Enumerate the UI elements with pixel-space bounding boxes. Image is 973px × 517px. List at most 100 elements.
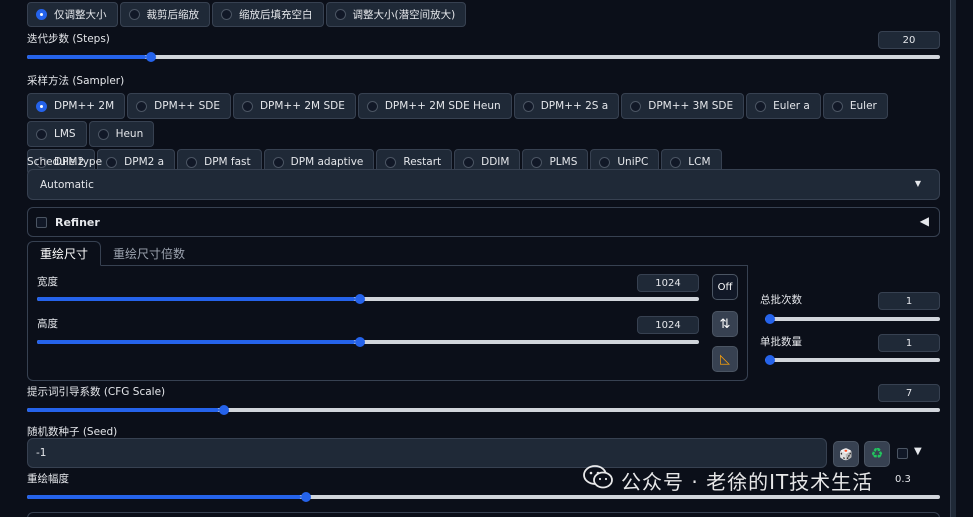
width-number-input[interactable]: 1024	[637, 274, 699, 292]
resize-mode-label: 裁剪后缩放	[146, 9, 200, 21]
slider-fill	[37, 297, 355, 301]
sampler-option-label: PLMS	[549, 156, 578, 168]
extra-seed-checkbox[interactable]	[897, 448, 908, 459]
slider-fill	[27, 55, 146, 59]
radio-icon	[531, 156, 543, 168]
chevron-down-icon: ▼	[914, 179, 921, 188]
radio-icon	[136, 100, 148, 112]
cfg-scale-label: 提示词引导系数 (CFG Scale)	[27, 386, 166, 398]
resize-mode-option-0[interactable]: 仅调整大小	[27, 2, 118, 27]
sampler-option-label: DPM++ 2M SDE Heun	[384, 100, 501, 112]
sampler-option[interactable]: DPM++ 2M SDE	[232, 93, 356, 119]
sampler-option[interactable]: DPM++ 2M SDE Heun	[357, 93, 512, 119]
radio-icon	[221, 9, 232, 20]
reuse-seed-button[interactable]: ♻	[864, 441, 890, 467]
batch-size-number-input[interactable]: 1	[878, 334, 940, 352]
slider-thumb[interactable]	[354, 294, 365, 304]
refiner-label: Refiner	[55, 215, 100, 229]
slider-thumb[interactable]	[765, 314, 775, 324]
wechat-icon	[583, 465, 613, 495]
expand-arrow-icon[interactable]: ▼	[914, 446, 922, 457]
sampler-option-label: DPM++ 2S a	[540, 100, 609, 112]
steps-slider[interactable]	[27, 52, 940, 62]
cfg-scale-number-input[interactable]: 7	[878, 384, 940, 402]
steps-number-input[interactable]: 20	[878, 31, 940, 49]
sampler-group: DPM++ 2M DPM++ SDE DPM++ 2M SDE DPM++ 2M SD…	[27, 93, 940, 177]
resize-mode-option-2[interactable]: 缩放后填充空白	[212, 2, 324, 27]
slider-thumb[interactable]	[145, 52, 156, 62]
resize-mode-label: 缩放后填充空白	[239, 9, 313, 21]
sampler-label: 采样方法 (Sampler)	[27, 75, 125, 87]
sampler-option-label: Euler	[849, 100, 877, 112]
sampler-option[interactable]: DPM++ SDE	[127, 93, 231, 119]
radio-icon	[106, 156, 118, 168]
sampler-option-label: Euler a	[773, 100, 810, 112]
sampler-option-label: DPM fast	[204, 156, 251, 168]
sampler-option[interactable]: DPM++ 3M SDE	[621, 93, 745, 119]
slider-thumb[interactable]	[300, 492, 311, 502]
sampler-option[interactable]: Euler	[822, 93, 888, 119]
sampler-option[interactable]: Heun	[88, 121, 155, 147]
height-number-input[interactable]: 1024	[637, 316, 699, 334]
seed-label: 随机数种子 (Seed)	[27, 426, 118, 438]
radio-icon	[36, 128, 47, 140]
denoise-strength-slider[interactable]	[27, 492, 940, 502]
resize-mode-option-3[interactable]: 调整大小(潜空间放大)	[325, 2, 467, 27]
sampler-option-label: DPM adaptive	[290, 156, 364, 168]
ruler-triangle-icon: ◺	[720, 351, 730, 367]
batch-size-slider[interactable]	[765, 355, 940, 365]
width-slider[interactable]	[37, 294, 699, 304]
radio-selected-icon	[36, 9, 47, 20]
cfg-scale-slider[interactable]	[27, 405, 940, 415]
sampler-option[interactable]: Euler a	[746, 93, 821, 119]
sampler-option-label: DPM++ 3M SDE	[648, 100, 734, 112]
batch-count-label: 总批次数	[760, 294, 802, 306]
radio-icon	[366, 100, 378, 112]
slider-thumb[interactable]	[218, 405, 229, 415]
collapse-arrow-icon[interactable]: ◀	[920, 214, 929, 228]
resize-mode-group: 仅调整大小 裁剪后缩放 缩放后填充空白 调整大小(潜空间放大)	[27, 2, 507, 29]
radio-icon	[755, 100, 767, 112]
radio-icon	[599, 156, 611, 168]
batch-count-slider[interactable]	[765, 314, 940, 324]
sampler-option[interactable]: DPM++ 2M	[27, 93, 126, 119]
resize-mode-label: 仅调整大小	[54, 9, 107, 21]
refiner-checkbox[interactable]	[36, 216, 47, 228]
seed-input[interactable]: -1	[27, 438, 827, 468]
resize-mode-option-1[interactable]: 裁剪后缩放	[119, 2, 210, 27]
sampler-option[interactable]: LMS	[27, 121, 87, 147]
slider-fill	[37, 340, 355, 344]
tab-size[interactable]: 重绘尺寸	[27, 241, 102, 266]
schedule-type-value: Automatic	[40, 178, 94, 191]
batch-count-number-input[interactable]: 1	[878, 292, 940, 310]
off-button[interactable]: Off	[712, 274, 738, 300]
scrollbar[interactable]	[950, 0, 956, 517]
slider-thumb[interactable]	[765, 355, 775, 365]
random-seed-button[interactable]: 🎲	[833, 441, 859, 467]
radio-icon	[128, 9, 140, 20]
sampler-option[interactable]: DPM++ 2S a	[513, 93, 620, 119]
resize-mode-label: 调整大小(潜空间放大)	[352, 9, 456, 21]
radio-icon	[522, 100, 534, 112]
radio-icon	[385, 156, 397, 168]
recycle-icon: ♻	[870, 446, 884, 462]
radio-icon	[186, 156, 198, 168]
size-tabs: 重绘尺寸 重绘尺寸倍数	[27, 241, 197, 266]
schedule-type-dropdown[interactable]: Automatic ▼	[27, 169, 940, 200]
height-slider[interactable]	[37, 337, 699, 347]
radio-icon	[463, 156, 475, 168]
refiner-accordion[interactable]: Refiner ◀	[27, 207, 940, 237]
sampler-option-label: DPM2 a	[124, 156, 165, 168]
aspect-ratio-button[interactable]: ◺	[712, 346, 738, 372]
dice-icon: 🎲	[839, 447, 853, 461]
width-label: 宽度	[37, 276, 58, 288]
slider-thumb[interactable]	[354, 337, 365, 347]
denoise-strength-label: 重绘幅度	[27, 473, 69, 485]
tab-size-scale[interactable]: 重绘尺寸倍数	[101, 241, 197, 266]
sampler-option-label: DPM++ SDE	[154, 100, 220, 112]
denoise-strength-value[interactable]: 0.3	[895, 474, 911, 485]
sampler-option-label: DDIM	[481, 156, 510, 168]
sampler-option-label: LMS	[54, 128, 76, 140]
radio-icon	[97, 128, 109, 140]
swap-dimensions-button[interactable]: ⇅	[712, 311, 738, 337]
